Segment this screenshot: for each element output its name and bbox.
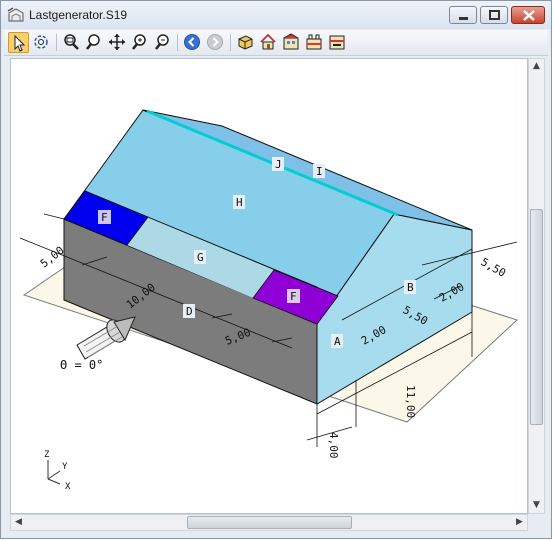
zoom-in-button[interactable] xyxy=(130,32,151,53)
drawing-canvas[interactable]: J I H F G F D B A 5,00 10,00 5,00 5,50 2… xyxy=(10,58,528,514)
scroll-down-icon[interactable]: ▼ xyxy=(529,498,544,513)
dim-height-4: 4,00 xyxy=(327,432,340,459)
forward-icon xyxy=(207,34,223,50)
3d-view-icon xyxy=(238,35,253,50)
forward-button[interactable] xyxy=(205,32,226,53)
label-f-left: F xyxy=(101,211,108,224)
label-b: B xyxy=(407,281,414,294)
back-button[interactable] xyxy=(182,32,203,53)
minimize-icon xyxy=(459,17,468,20)
building-button[interactable] xyxy=(304,32,325,53)
app-window: Lastgenerator.S19 J I H F G F D B A 5,00… xyxy=(0,0,552,539)
vertical-scroll-thumb[interactable] xyxy=(530,209,543,425)
label-i: I xyxy=(316,165,323,178)
zoom-icon xyxy=(86,34,100,50)
rotate-view-button[interactable] xyxy=(31,32,52,53)
label-h: H xyxy=(236,196,243,209)
wind-angle-label: Θ = 0° xyxy=(60,358,103,372)
wind-arrow xyxy=(76,316,136,360)
house-button[interactable] xyxy=(258,32,279,53)
house-icon xyxy=(260,33,276,50)
3d-view-button[interactable] xyxy=(235,32,256,53)
axis-gizmo xyxy=(47,460,61,485)
rotate-view-icon xyxy=(34,35,48,49)
axis-y-label: Y xyxy=(62,462,68,472)
section-button[interactable] xyxy=(327,32,348,53)
section-icon xyxy=(329,35,345,50)
pan-icon xyxy=(109,34,125,50)
label-g: G xyxy=(197,251,204,264)
vertical-scrollbar[interactable]: ▲ ▼ xyxy=(528,58,545,514)
back-icon xyxy=(184,34,200,50)
structure-icon xyxy=(283,33,299,50)
maximize-button[interactable] xyxy=(480,6,508,24)
scroll-left-icon[interactable]: ◀ xyxy=(11,515,26,530)
toolbar xyxy=(4,30,548,56)
zoom-window-icon xyxy=(64,34,79,50)
app-icon xyxy=(7,7,24,22)
pan-button[interactable] xyxy=(107,32,128,53)
axis-z-label: Z xyxy=(44,450,50,460)
scroll-up-icon[interactable]: ▲ xyxy=(529,59,544,74)
axis-x-label: X xyxy=(65,482,71,492)
horizontal-scrollbar[interactable]: ◀ ▶ xyxy=(10,514,528,531)
horizontal-scroll-thumb[interactable] xyxy=(187,516,352,529)
zoom-out-icon xyxy=(155,34,169,50)
dim-right-5-50: 5,50 xyxy=(479,255,508,280)
label-d: D xyxy=(186,305,193,318)
label-a: A xyxy=(334,335,341,348)
pointer-tool-button[interactable] xyxy=(8,32,29,53)
zoom-button[interactable] xyxy=(84,32,105,53)
label-j: J xyxy=(275,158,282,171)
close-icon xyxy=(523,10,535,21)
close-button[interactable] xyxy=(511,6,545,24)
scroll-corner xyxy=(528,514,545,531)
dim-left-width: 5,00 xyxy=(38,244,67,271)
window-title: Lastgenerator.S19 xyxy=(29,8,128,22)
building-icon xyxy=(306,34,322,50)
load-model-drawing: J I H F G F D B A 5,00 10,00 5,00 5,50 2… xyxy=(19,109,518,492)
maximize-icon xyxy=(489,10,500,20)
zoom-window-button[interactable] xyxy=(61,32,82,53)
label-f-right: F xyxy=(290,290,297,303)
pointer-icon xyxy=(14,34,26,52)
title-bar[interactable]: Lastgenerator.S19 xyxy=(1,1,551,29)
zoom-out-button[interactable] xyxy=(153,32,174,53)
minimize-button[interactable] xyxy=(449,6,477,24)
scroll-right-icon[interactable]: ▶ xyxy=(512,515,527,530)
dim-depth-11: 11,00 xyxy=(404,385,417,418)
zoom-in-icon xyxy=(132,34,146,50)
structure-button[interactable] xyxy=(281,32,302,53)
